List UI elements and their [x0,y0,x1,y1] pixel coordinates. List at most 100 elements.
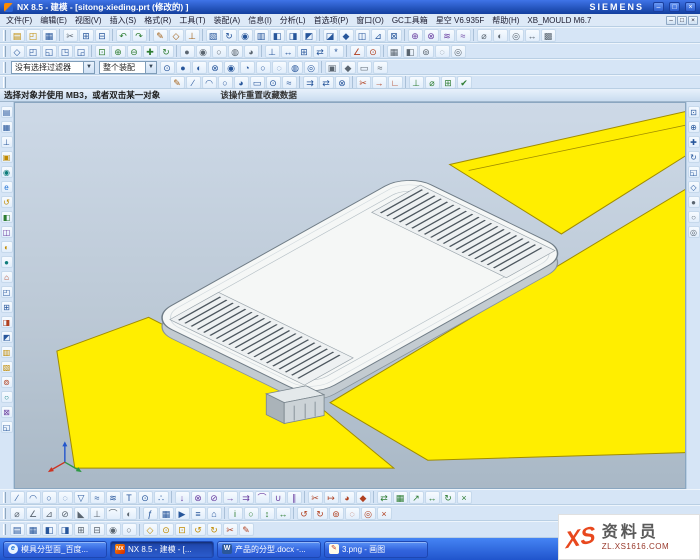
iso-view-icon[interactable]: ◇ [688,181,700,193]
reuse-library-icon[interactable]: ▣ [1,151,13,163]
reference-circle-icon[interactable]: ○ [122,523,137,536]
object-display-icon[interactable]: ◐ [493,29,508,42]
menu-item-8[interactable]: 分析(L) [276,15,310,26]
quadrant-icon[interactable]: ◔ [240,61,255,74]
center-mark-icon[interactable]: ◉ [106,523,121,536]
sew-icon[interactable]: ⊕ [408,29,423,42]
menu-item-4[interactable]: 格式(R) [140,15,175,26]
selection-filter-dropdown[interactable]: 没有选择过滤器 ▼ [11,61,95,74]
toolbar-grip[interactable] [3,77,6,88]
open-icon[interactable]: ◰ [26,29,41,42]
arc-icon[interactable]: ◠ [26,491,41,504]
hole-icon[interactable]: ◉ [238,29,253,42]
view-redo-icon[interactable]: ↻ [207,523,222,536]
menu-item-11[interactable]: GC工具箱 [388,15,432,26]
measure-angle-icon[interactable]: ∠ [26,507,41,520]
front-view-icon[interactable]: ◱ [688,166,700,178]
rotate-view-icon[interactable]: ↻ [159,45,174,58]
through-curves-icon[interactable]: ≋ [440,29,455,42]
grid-snap-icon[interactable]: ⊞ [74,523,89,536]
line-icon[interactable]: ∕ [10,491,25,504]
rotate-view-icon[interactable]: ↻ [688,151,700,163]
delete-icon[interactable]: × [457,491,472,504]
scale-icon[interactable]: ↗ [409,491,424,504]
fit-view-icon[interactable]: ⊡ [688,106,700,118]
toolbar-grip[interactable] [3,524,6,535]
deviation-gauge-icon[interactable]: ↕ [260,507,275,520]
regenerate-icon[interactable]: ⊚ [329,507,344,520]
trim-body-icon[interactable]: ⊠ [387,29,402,42]
fit-view-icon[interactable]: ⊡ [95,45,110,58]
trim-tool-icon[interactable]: ✂ [223,523,238,536]
toolbar-grip[interactable] [3,46,6,57]
fillet-icon[interactable]: ◕ [234,76,249,89]
point-icon[interactable]: ⊙ [266,76,281,89]
arc-icon[interactable]: ◠ [202,76,217,89]
measure-distance-icon[interactable]: ⌀ [477,29,492,42]
menu-item-0[interactable]: 文件(F) [2,15,36,26]
mdi-restore-button[interactable]: □ [677,16,687,25]
zoom-out-icon[interactable]: ⊖ [127,45,142,58]
draft-analysis-icon[interactable]: ◣ [74,507,89,520]
snapshot-icon[interactable]: ◎ [688,226,700,238]
save-icon[interactable]: ▦ [42,29,57,42]
draft-icon[interactable]: ⊿ [371,29,386,42]
finish-sketch-icon[interactable]: ✔ [457,76,472,89]
edge-blend-icon[interactable]: ◪ [323,29,338,42]
menu-item-1[interactable]: 编辑(E) [36,15,71,26]
drawing-tab-icon[interactable]: ◱ [1,421,13,433]
cavity-layout-icon[interactable]: ⊞ [1,301,13,313]
immediate-hide-icon[interactable]: ◌ [435,45,450,58]
cut-icon[interactable]: ✂ [63,29,78,42]
intersect-icon[interactable]: ◩ [302,29,317,42]
core-cavity-icon[interactable]: ◩ [1,331,13,343]
sketch-tool-icon[interactable]: ✎ [239,523,254,536]
undo-icon[interactable]: ↶ [116,29,131,42]
menu-item-3[interactable]: 插入(S) [106,15,141,26]
close-window-icon[interactable]: × [377,507,392,520]
customize-icon[interactable]: ⌂ [207,507,222,520]
mold-wizard-icon[interactable]: ⌂ [1,271,13,283]
move-object-icon[interactable]: ↔ [525,29,540,42]
point-on-face-icon[interactable]: ◍ [288,61,303,74]
update-display-icon[interactable]: ↻ [313,507,328,520]
studio-render-icon[interactable]: ◍ [228,45,243,58]
show-hide-icon[interactable]: ◎ [509,29,524,42]
text-curve-icon[interactable]: T [122,491,137,504]
arc-center-icon[interactable]: ◉ [224,61,239,74]
intersection-icon[interactable]: ⊗ [208,61,223,74]
orient-top-icon[interactable]: ◰ [26,45,41,58]
studio-spline-icon[interactable]: ≈ [282,76,297,89]
hd3d-tools-icon[interactable]: ◉ [1,166,13,178]
geometric-constraints-icon[interactable]: ⊥ [409,76,424,89]
minimize-button[interactable]: – [653,2,664,12]
rectangle-icon[interactable]: ▭ [250,76,265,89]
hide-all-icon[interactable]: ◌ [345,507,360,520]
selection-rectangle-icon[interactable]: ▭ [357,61,372,74]
shaded-view-icon[interactable]: ● [688,196,700,208]
dimensions-icon[interactable]: ⌀ [425,76,440,89]
cooling-icon[interactable]: ○ [1,391,13,403]
point-set-icon[interactable]: ∴ [154,491,169,504]
rotate-icon[interactable]: ↻ [441,491,456,504]
taskbar-button-paint[interactable]: ✎3.png - 画图 [324,541,428,558]
measure-body-icon[interactable]: ⊿ [42,507,57,520]
group-objects-icon[interactable]: ▦ [26,523,41,536]
web-browser-icon[interactable]: e [1,181,13,193]
bridge-curve-icon[interactable]: ⌒ [255,491,270,504]
ellipse-icon[interactable]: ◌ [58,491,73,504]
helix-icon[interactable]: ≋ [106,491,121,504]
layer-settings-icon[interactable]: ▩ [541,29,556,42]
select-all-icon[interactable]: ◨ [58,523,73,536]
chevron-down-icon[interactable]: ▼ [145,62,156,73]
auto-dimension-icon[interactable]: ⊞ [441,76,456,89]
toolbar-grip[interactable] [3,492,6,503]
shaded-icon[interactable]: ● [180,45,195,58]
constraint-navigator-icon[interactable]: ⊥ [1,136,13,148]
orient-right-icon[interactable]: ◳ [58,45,73,58]
revolve-icon[interactable]: ↻ [222,29,237,42]
chamfer-curve-icon[interactable]: ◆ [356,491,371,504]
mdi-close-button[interactable]: × [688,16,698,25]
quick-extend-icon[interactable]: → [372,76,387,89]
divide-curve-icon[interactable]: ∥ [287,491,302,504]
